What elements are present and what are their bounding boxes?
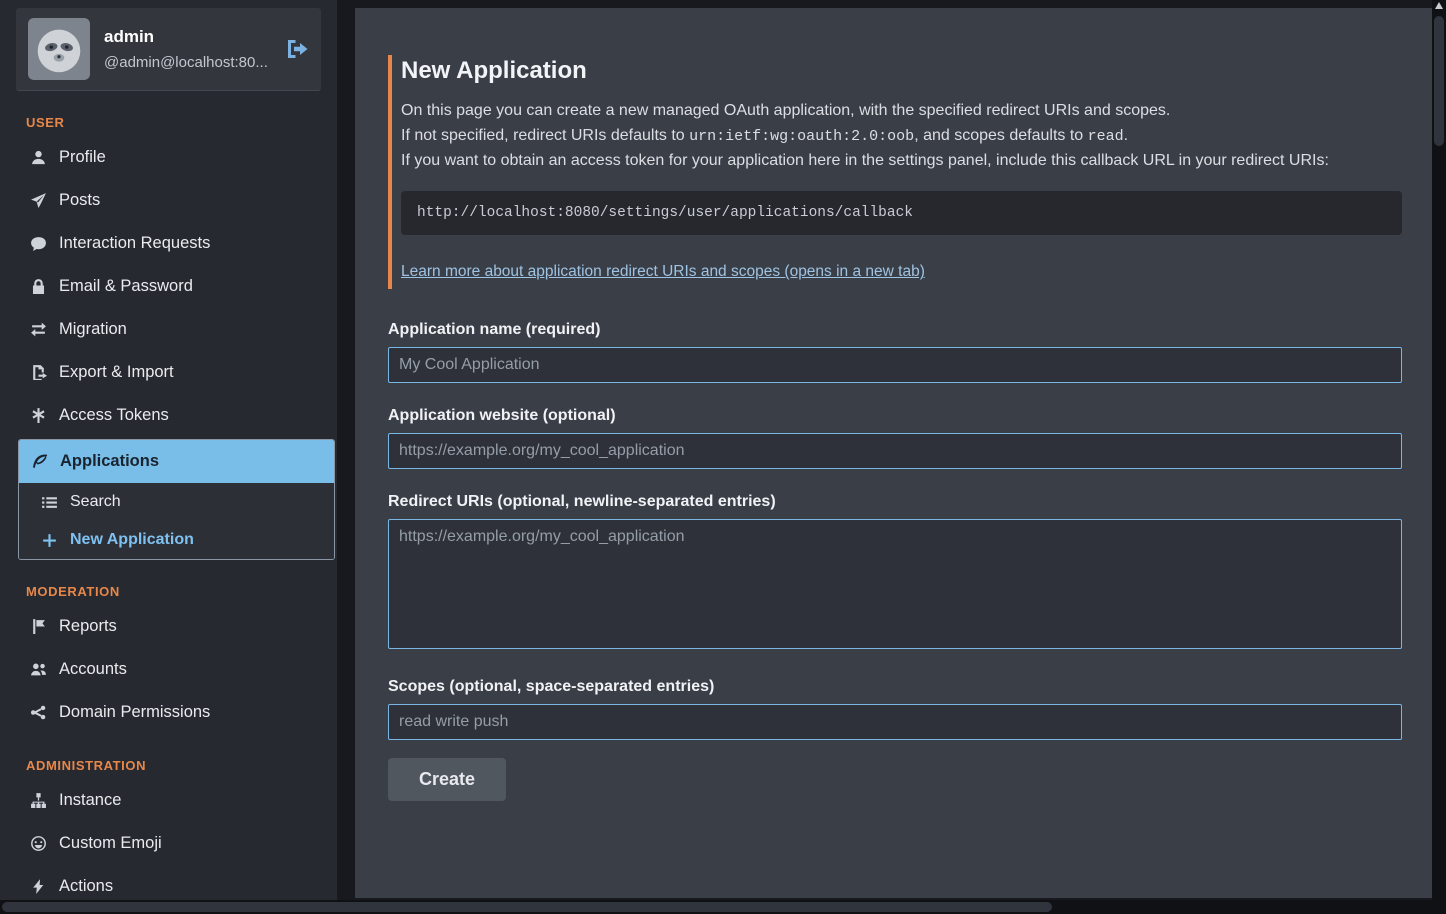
- sidebar-item-label: Accounts: [59, 660, 127, 679]
- intro-line-1: On this page you can create a new manage…: [401, 99, 1402, 124]
- user-handle: @admin@localhost:80...: [104, 54, 271, 71]
- sidebar-item-label: Export & Import: [59, 363, 174, 382]
- section-heading-moderation: MODERATION: [26, 584, 321, 599]
- file-export-icon: [30, 364, 47, 381]
- sidebar-item-label: Reports: [59, 617, 117, 636]
- user-card[interactable]: admin @admin@localhost:80...: [16, 8, 321, 91]
- scroll-up-arrow-icon[interactable]: [1435, 2, 1443, 9]
- oob-code: urn:ietf:wg:oauth:2.0:oob: [689, 128, 914, 145]
- feather-icon: [31, 453, 48, 470]
- sidebar-item-reports[interactable]: Reports: [0, 605, 337, 648]
- lock-icon: [30, 278, 47, 295]
- sidebar-item-posts[interactable]: Posts: [0, 179, 337, 222]
- sidebar-item-applications[interactable]: Applications: [19, 440, 334, 483]
- callback-url-code: http://localhost:8080/settings/user/appl…: [401, 191, 1402, 235]
- sidebar-item-label: Profile: [59, 148, 106, 167]
- sidebar-item-label: Search: [70, 493, 121, 511]
- sidebar-item-applications-search[interactable]: Search: [19, 483, 334, 521]
- vertical-scrollbar-thumb[interactable]: [1434, 16, 1444, 146]
- application-website-label: Application website (optional): [388, 407, 1402, 425]
- sitemap-icon: [30, 792, 47, 809]
- read-code: read: [1088, 128, 1124, 145]
- sidebar-item-label: Access Tokens: [59, 406, 169, 425]
- share-nodes-icon: [30, 704, 47, 721]
- sidebar-item-accounts[interactable]: Accounts: [0, 648, 337, 691]
- smiley-icon: [30, 835, 47, 852]
- sidebar-item-access-tokens[interactable]: Access Tokens: [0, 394, 337, 437]
- create-button[interactable]: Create: [388, 758, 506, 801]
- bolt-icon: [30, 878, 47, 895]
- sidebar-item-domain-permissions[interactable]: Domain Permissions: [0, 691, 337, 734]
- sidebar-item-label: Applications: [60, 452, 159, 471]
- sidebar-item-label: Actions: [59, 877, 113, 896]
- paper-plane-icon: [30, 192, 47, 209]
- sidebar-item-label: Domain Permissions: [59, 703, 210, 722]
- application-website-input[interactable]: [388, 433, 1402, 469]
- user-name: admin: [104, 27, 271, 47]
- sidebar-item-label: New Application: [70, 531, 194, 549]
- learn-more-link[interactable]: Learn more about application redirect UR…: [401, 263, 925, 281]
- scopes-label: Scopes (optional, space-separated entrie…: [388, 678, 1402, 696]
- scopes-input[interactable]: [388, 704, 1402, 740]
- section-heading-administration: ADMINISTRATION: [26, 758, 321, 773]
- sidebar-item-label: Migration: [59, 320, 127, 339]
- user-info: admin @admin@localhost:80...: [104, 27, 271, 71]
- sidebar-item-instance[interactable]: Instance: [0, 779, 337, 822]
- vertical-scrollbar[interactable]: [1432, 0, 1446, 914]
- users-icon: [30, 661, 47, 678]
- avatar: [28, 18, 90, 80]
- sidebar-item-email-password[interactable]: Email & Password: [0, 265, 337, 308]
- sidebar-item-custom-emoji[interactable]: Custom Emoji: [0, 822, 337, 865]
- new-application-form: Application name (required) Application …: [388, 321, 1402, 801]
- sidebar-item-profile[interactable]: Profile: [0, 136, 337, 179]
- redirect-uris-textarea[interactable]: [388, 519, 1402, 649]
- plus-icon: [41, 532, 58, 549]
- section-heading-user: USER: [26, 115, 321, 130]
- sidebar-item-label: Instance: [59, 791, 121, 810]
- comment-icon: [30, 235, 47, 252]
- redirect-uris-label: Redirect URIs (optional, newline-separat…: [388, 493, 1402, 511]
- sidebar-item-label: Interaction Requests: [59, 234, 210, 253]
- list-icon: [41, 494, 58, 511]
- flag-icon: [30, 618, 47, 635]
- sidebar-item-export-import[interactable]: Export & Import: [0, 351, 337, 394]
- intro-block: New Application On this page you can cre…: [388, 55, 1402, 289]
- asterisk-icon: [30, 407, 47, 424]
- sidebar-item-new-application[interactable]: New Application: [19, 521, 334, 559]
- sidebar-item-label: Email & Password: [59, 277, 193, 296]
- sidebar-item-label: Posts: [59, 191, 100, 210]
- intro-line-3: If you want to obtain an access token fo…: [401, 149, 1402, 174]
- sidebar-item-interaction-requests[interactable]: Interaction Requests: [0, 222, 337, 265]
- horizontal-scrollbar[interactable]: [0, 900, 1432, 914]
- scrollbar-corner: [1432, 900, 1446, 914]
- sidebar-item-label: Custom Emoji: [59, 834, 162, 853]
- page-title: New Application: [401, 57, 1402, 85]
- logout-icon[interactable]: [285, 37, 309, 61]
- sidebar-item-migration[interactable]: Migration: [0, 308, 337, 351]
- arrows-left-right-icon: [30, 321, 47, 338]
- applications-group: Applications Search New Application: [18, 439, 335, 560]
- user-icon: [30, 149, 47, 166]
- sidebar: admin @admin@localhost:80... USER Profil…: [0, 0, 337, 914]
- application-name-input[interactable]: [388, 347, 1402, 383]
- horizontal-scrollbar-thumb[interactable]: [2, 902, 1052, 912]
- main-panel: New Application On this page you can cre…: [355, 8, 1432, 898]
- application-name-label: Application name (required): [388, 321, 1402, 339]
- intro-line-2: If not specified, redirect URIs defaults…: [401, 124, 1402, 149]
